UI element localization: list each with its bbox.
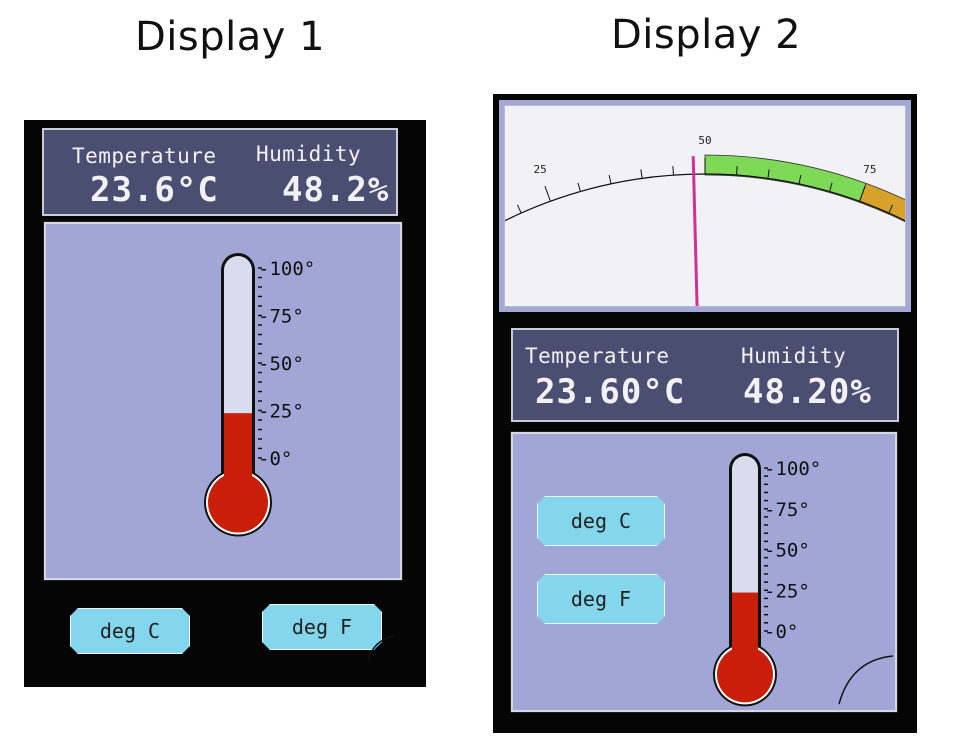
scale-label: -75° — [258, 306, 304, 328]
display2-readout-panel: Temperature Humidity 23.60°C 48.20% — [511, 328, 899, 422]
display1-thermometer-area: -100° -75° -50° -25° -0° — [43, 221, 403, 581]
scale-label: -100° — [764, 458, 821, 480]
humidity-label: Humidity — [741, 344, 847, 368]
humidity-value: 48.2% — [282, 170, 390, 210]
gauge-needle — [691, 156, 699, 317]
display2-thermometer: -100° -75° -50° -25° -0° — [713, 453, 894, 707]
gauge-label: 50 — [698, 134, 711, 147]
display1-screen: Temperature Humidity 23.6°C 48.2% -100° -… — [24, 120, 426, 687]
display1-caption: Display 1 — [135, 14, 326, 60]
gauge-label: 25 — [534, 163, 547, 176]
scale-label: -50° — [764, 540, 810, 562]
gauge-tick — [577, 182, 581, 192]
scale-label: -100° — [258, 258, 315, 280]
display1-thermometer: -100° -75° -50° -25° -0° — [204, 253, 315, 537]
humidity-label: Humidity — [256, 142, 362, 166]
temperature-value: 23.60°C — [535, 372, 686, 412]
temperature-label: Temperature — [72, 144, 217, 168]
analog-gauge: 0255075100 — [392, 134, 962, 317]
scale-label: -0° — [258, 448, 292, 470]
display2-screen: 0255075100 Temperature Humidity 23.60°C … — [392, 94, 962, 733]
gauge-tick — [640, 169, 643, 179]
gauge-label: 75 — [863, 163, 876, 176]
touch-arc-mark — [367, 635, 395, 661]
gauge-tick — [517, 204, 522, 214]
humidity-value: 48.20% — [743, 372, 872, 412]
scale-label: -0° — [764, 621, 798, 643]
mercury-bulb — [717, 646, 773, 703]
temperature-value: 23.6°C — [90, 170, 219, 210]
display2-thermometer-area: deg C deg F -100° -75° -50° -25° -0° — [510, 431, 898, 713]
scale-label: -50° — [258, 353, 304, 375]
deg-c-button[interactable]: deg C — [70, 608, 190, 654]
scale-label: -75° — [764, 499, 810, 521]
gauge-panel: 0255075100 — [392, 100, 962, 317]
display1-readout-panel: Temperature Humidity 23.6°C 48.2% — [42, 128, 398, 216]
gauge-tick — [608, 174, 612, 184]
mercury-bulb — [208, 472, 268, 533]
temperature-label: Temperature — [525, 344, 670, 368]
gauge-tick — [672, 166, 674, 176]
scale-label: -25° — [764, 580, 810, 602]
thermometer-group: -100° -75° -50° -25° -0° — [713, 453, 821, 707]
display2-caption: Display 2 — [611, 12, 802, 58]
gauge-amber-zone — [858, 182, 962, 256]
thermometer-group: -100° -75° -50° -25° -0° — [204, 253, 315, 537]
gauge-tick — [544, 186, 551, 202]
scale-label: -25° — [258, 401, 304, 423]
gauge-tick — [736, 166, 738, 176]
